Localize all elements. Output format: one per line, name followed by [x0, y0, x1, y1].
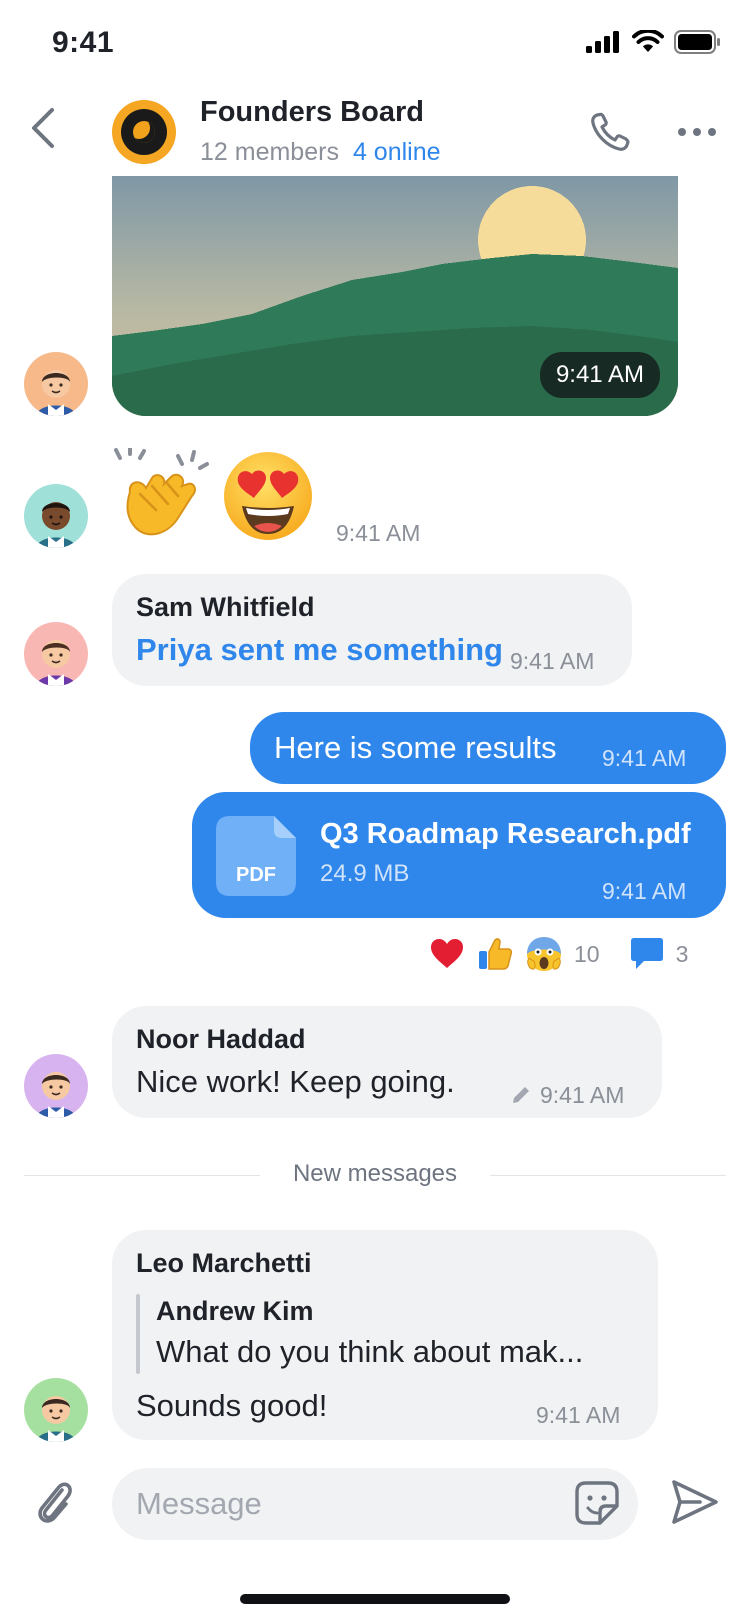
sender-name: Leo Marchetti [136, 1248, 312, 1278]
incoming-reply-bubble[interactable]: Leo Marchetti Andrew Kim What do you thi… [112, 1230, 658, 1440]
person-avatar-icon [36, 640, 76, 686]
message-text: Here is some results [274, 730, 557, 765]
quoted-text[interactable]: What do you think about mak... [156, 1334, 583, 1370]
mention-text[interactable]: Priya sent me something [136, 632, 503, 668]
reply-thread-icon[interactable] [630, 936, 664, 972]
avatar[interactable] [24, 352, 88, 416]
incoming-message-bubble[interactable]: Noor Haddad Nice work! Keep going. 9:41 … [112, 1006, 662, 1118]
message-timestamp: 9:41 AM [336, 520, 421, 546]
avatar[interactable] [24, 484, 88, 548]
new-messages-divider: New messages [24, 1160, 726, 1190]
person-avatar-icon [36, 370, 76, 416]
avatar[interactable] [24, 1378, 88, 1442]
screaming-face-reaction-icon[interactable] [526, 936, 562, 972]
chat-title[interactable]: Founders Board [200, 96, 424, 129]
outgoing-message-bubble[interactable]: Here is some results 9:41 AM [250, 712, 726, 784]
clapping-hands-emoji[interactable] [112, 446, 212, 548]
divider-label: New messages [292, 1160, 458, 1187]
more-options-icon[interactable] [678, 126, 716, 138]
reply-count: 3 [675, 940, 689, 967]
status-icons [586, 30, 720, 54]
quote-bar [136, 1294, 140, 1374]
battery-icon [674, 30, 720, 54]
send-icon[interactable] [670, 1476, 720, 1528]
file-size: 24.9 MB [320, 860, 410, 887]
image-message[interactable]: 9:41 AM [112, 176, 678, 416]
heart-eyes-emoji[interactable] [222, 450, 314, 542]
file-type-badge: PDF [236, 864, 276, 886]
sender-name: Sam Whitfield [136, 592, 315, 622]
thumbs-up-reaction-icon[interactable] [478, 937, 512, 971]
person-avatar-icon [36, 1072, 76, 1118]
sender-name: Noor Haddad [136, 1024, 306, 1054]
message-timestamp: 9:41 AM [602, 878, 687, 904]
reactions-bar[interactable]: 10 3 [430, 936, 688, 972]
edited-pencil-icon [513, 1087, 529, 1103]
message-timestamp: 9:41 AM [540, 1082, 625, 1108]
wifi-icon [632, 30, 664, 52]
file-message-bubble[interactable]: PDF Q3 Roadmap Research.pdf 24.9 MB 9:41… [192, 792, 726, 918]
message-input[interactable]: Message [112, 1468, 638, 1540]
online-count: 4 online [352, 138, 441, 166]
message-input-placeholder: Message [136, 1486, 262, 1521]
message-timestamp: 9:41 AM [602, 745, 687, 771]
message-text: Sounds good! [136, 1388, 328, 1423]
phone-call-icon[interactable] [588, 110, 632, 154]
person-avatar-icon [36, 502, 76, 548]
pdf-file-icon: PDF [216, 816, 296, 896]
sticker-icon[interactable] [574, 1480, 620, 1526]
paperclip-icon[interactable] [32, 1476, 76, 1528]
avatar[interactable] [24, 622, 88, 686]
reaction-count: 10 [574, 940, 600, 967]
group-avatar[interactable] [112, 100, 176, 164]
home-indicator [240, 1594, 510, 1604]
image-timestamp: 9:41 AM [539, 352, 660, 398]
message-timestamp: 9:41 AM [536, 1402, 621, 1428]
quoted-sender[interactable]: Andrew Kim [156, 1296, 314, 1327]
status-time: 9:41 [52, 26, 115, 59]
incoming-message-bubble[interactable]: Sam Whitfield Priya sent me something 9:… [112, 574, 632, 686]
person-avatar-icon [36, 1396, 76, 1442]
back-chevron-icon[interactable] [24, 104, 64, 152]
heart-reaction-icon[interactable] [430, 938, 464, 970]
cellular-signal-icon [586, 31, 619, 53]
message-timestamp: 9:41 AM [510, 648, 595, 674]
member-count: 12 members [200, 138, 339, 166]
file-name[interactable]: Q3 Roadmap Research.pdf [320, 818, 691, 851]
message-text: Nice work! Keep going. [136, 1064, 455, 1099]
chat-subtitle: 12 members 4 online [200, 138, 441, 167]
avatar[interactable] [24, 1054, 88, 1118]
